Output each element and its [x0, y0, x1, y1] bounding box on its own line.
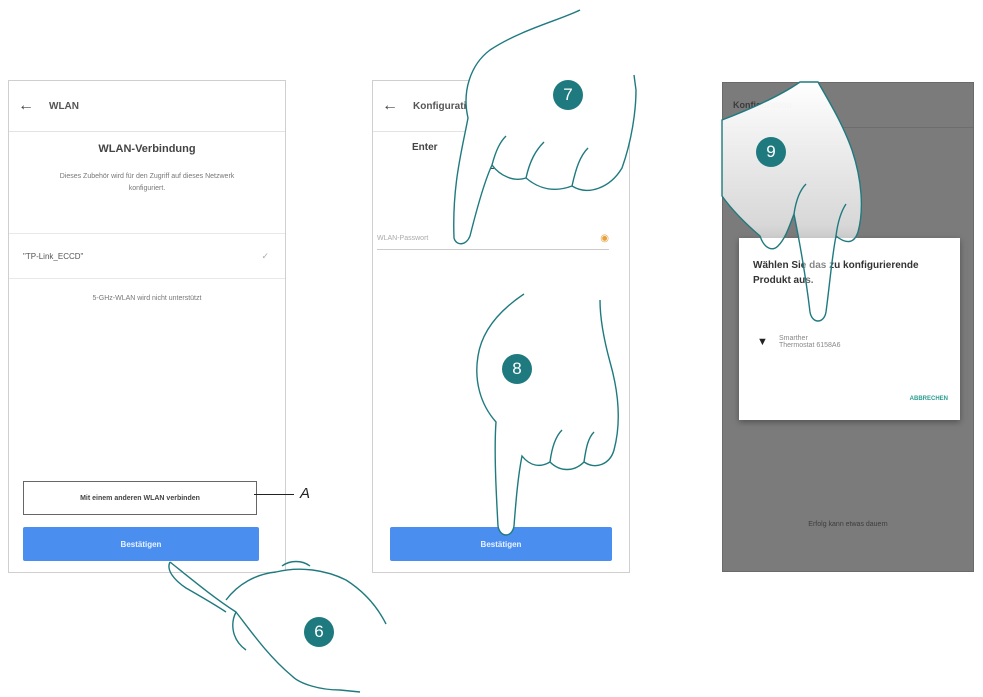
dim-header: Konfiguration — [723, 83, 973, 128]
header-title: Konfiguration — [413, 100, 479, 112]
step-badge-8: 8 — [502, 354, 532, 384]
network-row[interactable]: "TP-Link_ECCD" ✓ — [9, 233, 285, 279]
phone-screen-wlan: ← WLAN WLAN-Verbindung Dieses Zubehör wi… — [8, 80, 286, 573]
app-header: ← WLAN — [9, 81, 285, 132]
product-dialog: Wählen Sie das zu konfigurierende Produk… — [739, 238, 960, 420]
network-name: "TP-Link_ECCD" — [23, 251, 84, 261]
header-title: Konfiguration — [733, 100, 792, 110]
prompt-line-2: TP-Link_ECCD — [472, 161, 543, 172]
password-placeholder: WLAN-Passwort — [377, 234, 429, 242]
other-wlan-button[interactable]: Mit einem anderen WLAN verbinden — [23, 481, 257, 515]
app-header: ← Konfiguration — [373, 81, 629, 132]
info-note: 5-GHz-WLAN wird nicht unterstützt — [92, 295, 202, 302]
eye-icon[interactable]: ◉ — [600, 233, 609, 244]
product-item[interactable]: ▼ Smarther Thermostat 6158A6 — [757, 326, 947, 358]
confirm-button[interactable]: Bestätigen — [390, 527, 612, 561]
page-title: WLAN-Verbindung — [98, 143, 196, 155]
prompt-line-1: Enter — [412, 142, 438, 153]
cancel-button[interactable]: ABBRECHEN — [910, 396, 948, 402]
hand-icon-step-6 — [168, 560, 387, 693]
wifi-icon: ▼ — [757, 336, 768, 348]
back-arrow-icon[interactable]: ← — [9, 97, 43, 115]
callout-line — [254, 494, 294, 495]
step-badge-6: 6 — [304, 617, 334, 647]
check-icon: ✓ — [261, 250, 269, 261]
product-model: Thermostat 6158A6 — [779, 342, 841, 349]
dialog-text: Wählen Sie das zu konfigurierende Produk… — [753, 260, 919, 286]
product-name: Smarther — [779, 335, 808, 342]
product-label: Smarther Thermostat 6158A6 — [779, 335, 840, 349]
step-badge-7: 7 — [553, 80, 583, 110]
step-badge-9: 9 — [756, 137, 786, 167]
footer-text: Erfolg kann etwas dauern — [808, 521, 888, 528]
header-title: WLAN — [49, 100, 79, 112]
phone-screen-password: ← Konfiguration Enter TP-Link_ECCD WLAN-… — [372, 80, 630, 573]
confirm-button[interactable]: Bestätigen — [23, 527, 259, 561]
password-field[interactable]: WLAN-Passwort ◉ — [377, 227, 609, 250]
description-text: Dieses Zubehör wird für den Zugriff auf … — [59, 173, 235, 192]
callout-label: A — [300, 485, 311, 502]
back-arrow-icon[interactable]: ← — [373, 97, 407, 115]
